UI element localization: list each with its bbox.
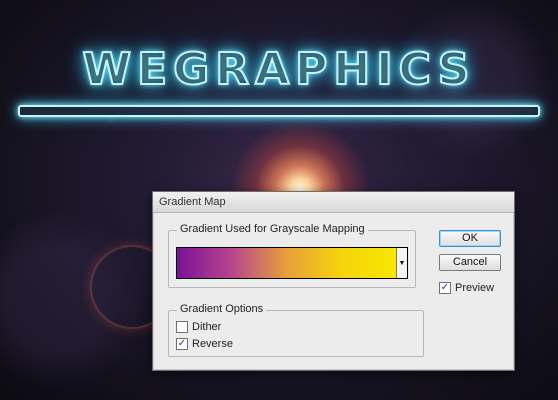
dialog-title[interactable]: Gradient Map	[153, 192, 514, 213]
reverse-checkbox[interactable]: ✓	[176, 338, 188, 350]
cancel-button[interactable]: Cancel	[439, 254, 501, 271]
reverse-label: Reverse	[192, 338, 233, 350]
gradient-picker[interactable]: ▼	[176, 247, 408, 279]
gradient-options-group: Gradient Options Dither ✓ Reverse	[168, 303, 424, 357]
gradient-used-group: Gradient Used for Grayscale Mapping ▼	[168, 223, 416, 288]
chevron-down-icon[interactable]: ▼	[396, 248, 407, 278]
gradient-preview-swatch[interactable]	[177, 248, 396, 278]
dither-checkbox[interactable]	[176, 321, 188, 333]
reverse-checkbox-row[interactable]: ✓ Reverse	[176, 338, 233, 350]
gradient-used-group-title: Gradient Used for Grayscale Mapping	[177, 223, 368, 235]
dither-label: Dither	[192, 321, 222, 333]
logo: WEGRAPHICS	[0, 43, 558, 96]
gradient-options-group-title: Gradient Options	[177, 303, 267, 315]
preview-checkbox[interactable]: ✓	[439, 282, 451, 294]
preview-checkbox-row[interactable]: ✓ Preview	[439, 282, 494, 294]
gradient-map-dialog: Gradient Map Gradient Used for Grayscale…	[152, 191, 515, 371]
logo-text: WEGRAPHICS	[82, 43, 476, 96]
ok-button[interactable]: OK	[439, 230, 501, 247]
dither-checkbox-row[interactable]: Dither	[176, 321, 221, 333]
preview-label: Preview	[455, 282, 495, 294]
logo-underline-bar	[18, 105, 540, 117]
